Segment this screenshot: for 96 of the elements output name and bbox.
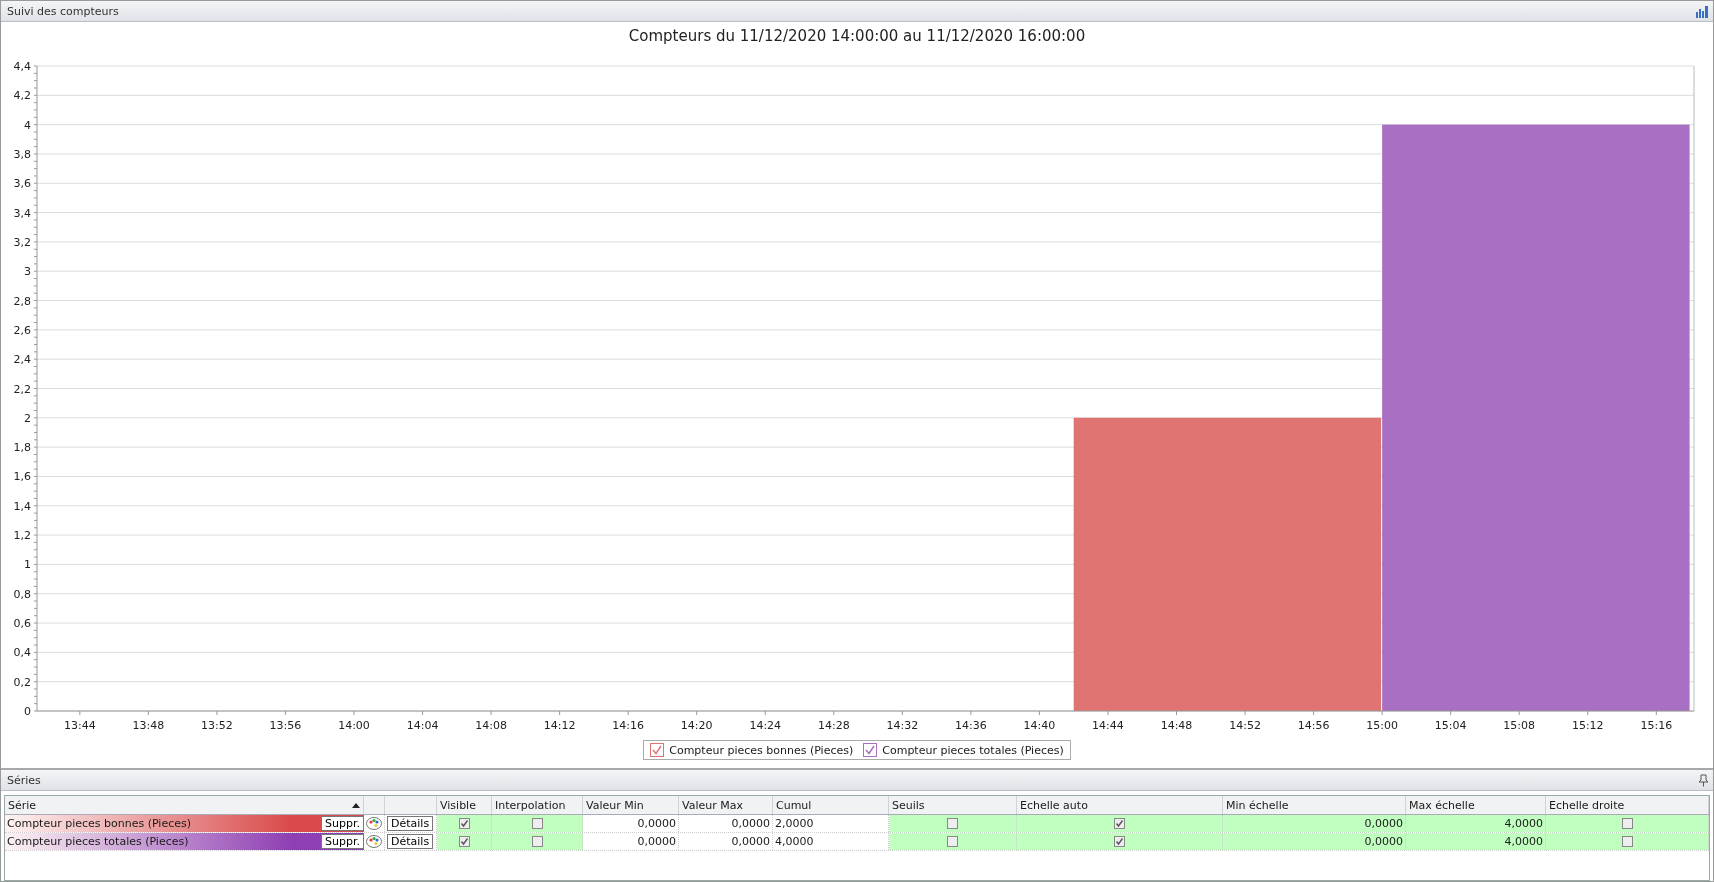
checkbox[interactable] xyxy=(1114,818,1125,829)
y-tick-label: 0,6 xyxy=(13,617,31,631)
checkbox[interactable] xyxy=(458,818,470,829)
y-tick-label: 4,2 xyxy=(13,89,31,103)
column-header[interactable]: Valeur Max xyxy=(682,798,743,812)
table-cell: 4,0000 xyxy=(775,835,814,848)
y-tick-label: 2 xyxy=(24,411,31,425)
y-tick-label: 1,2 xyxy=(13,529,31,543)
column-header[interactable]: Cumul xyxy=(776,798,812,812)
y-tick-label: 2,2 xyxy=(13,382,31,396)
x-tick-label: 14:12 xyxy=(543,719,576,732)
x-tick-label: 14:40 xyxy=(1023,719,1056,732)
x-tick-label: 14:48 xyxy=(1160,719,1193,732)
x-tick-label: 14:32 xyxy=(886,719,919,732)
table-cell: 0,0000 xyxy=(1364,817,1403,830)
x-tick-label: 13:56 xyxy=(269,719,302,732)
x-tick-label: 14:44 xyxy=(1092,719,1124,732)
palette-icon[interactable] xyxy=(366,835,382,848)
x-tick-label: 15:16 xyxy=(1640,719,1673,732)
table-cell: 4,0000 xyxy=(1504,817,1543,830)
x-tick-label: 15:00 xyxy=(1366,719,1398,732)
y-tick-label: 3 xyxy=(24,265,31,279)
x-tick-label: 15:04 xyxy=(1434,719,1467,732)
y-tick-label: 2,6 xyxy=(13,323,31,337)
checkbox[interactable] xyxy=(1621,818,1633,829)
checkbox[interactable] xyxy=(1114,836,1125,847)
column-header[interactable]: Echelle auto xyxy=(1020,798,1088,812)
column-header[interactable]: Série xyxy=(8,798,37,812)
x-tick-label: 13:52 xyxy=(201,719,233,732)
y-tick-label: 0 xyxy=(24,705,31,718)
column-header[interactable]: Min échelle xyxy=(1226,798,1289,812)
x-tick-label: 14:24 xyxy=(749,719,782,732)
x-tick-label: 13:48 xyxy=(132,719,165,732)
x-tick-label: 14:52 xyxy=(1229,719,1261,732)
y-tick-label: 3,4 xyxy=(13,206,31,220)
y-tick-label: 2,8 xyxy=(13,294,31,308)
x-tick-label: 14:56 xyxy=(1297,719,1330,732)
y-tick-label: 4 xyxy=(24,118,31,132)
legend-checkbox[interactable] xyxy=(650,743,665,757)
table-cell: 0,0000 xyxy=(637,817,676,830)
x-tick-label: 15:08 xyxy=(1503,719,1536,732)
panel-title: Séries xyxy=(7,773,41,787)
x-tick-label: 14:36 xyxy=(955,719,987,732)
y-tick-label: 2,4 xyxy=(13,353,31,367)
column-header[interactable]: Echelle droite xyxy=(1549,798,1625,812)
y-tick-label: 1,4 xyxy=(13,499,31,513)
y-tick-label: 1 xyxy=(24,558,31,572)
x-tick-label: 14:16 xyxy=(612,719,645,732)
x-tick-label: 14:08 xyxy=(475,719,507,732)
y-tick-label: 4,4 xyxy=(13,60,31,73)
y-tick-label: 3,6 xyxy=(13,177,31,191)
checkbox[interactable] xyxy=(531,818,543,829)
y-tick-label: 3,2 xyxy=(13,235,31,249)
checkbox[interactable] xyxy=(947,818,958,829)
column-header[interactable]: Visible xyxy=(440,798,476,812)
series-name: Compteur pieces bonnes (Pieces) xyxy=(7,817,192,830)
table-cell: 4,0000 xyxy=(1504,835,1543,848)
x-tick-label: 15:12 xyxy=(1571,719,1604,732)
table-cell: 0,0000 xyxy=(731,817,770,830)
legend-label: Compteur pieces totales (Pieces) xyxy=(882,743,1064,757)
panel-title: Suivi des compteurs xyxy=(7,4,119,18)
table-cell: 0,0000 xyxy=(731,835,770,848)
x-tick-label: 14:04 xyxy=(406,719,439,732)
checkbox[interactable] xyxy=(1621,836,1633,847)
column-header[interactable]: Seuils xyxy=(892,798,925,812)
legend-checkbox[interactable] xyxy=(863,743,878,757)
column-header[interactable]: Interpolation xyxy=(495,798,566,812)
chart-title: Compteurs du 11/12/2020 14:00:00 au 11/12/2020 16:00:00 xyxy=(627,26,1087,47)
palette-icon[interactable] xyxy=(366,817,382,830)
delete-button[interactable]: Suppr. xyxy=(321,816,364,831)
x-tick-label: 13:44 xyxy=(64,719,96,732)
x-tick-label: 14:28 xyxy=(817,719,850,732)
x-tick-label: 14:20 xyxy=(680,719,713,732)
legend-label: Compteur pieces bonnes (Pieces) xyxy=(669,743,854,757)
table-cell: 0,0000 xyxy=(637,835,676,848)
column-header[interactable]: Valeur Min xyxy=(586,798,644,812)
x-tick-label: 14:00 xyxy=(338,719,370,732)
column-header[interactable]: Max échelle xyxy=(1409,798,1475,812)
y-tick-label: 0,8 xyxy=(13,587,31,601)
y-tick-label: 1,8 xyxy=(13,441,31,455)
pin-icon[interactable] xyxy=(1698,773,1709,787)
checkbox[interactable] xyxy=(458,836,470,847)
table-cell: 2,0000 xyxy=(775,817,814,830)
table-cell: 0,0000 xyxy=(1364,835,1403,848)
details-button[interactable]: Détails xyxy=(387,816,434,831)
y-tick-label: 3,8 xyxy=(13,147,31,161)
delete-button[interactable]: Suppr. xyxy=(321,834,364,849)
y-tick-label: 0,2 xyxy=(13,675,31,689)
checkbox[interactable] xyxy=(947,836,958,847)
series-name: Compteur pieces totales (Pieces) xyxy=(7,835,189,848)
sort-ascending-icon[interactable] xyxy=(352,802,360,808)
checkbox[interactable] xyxy=(531,836,543,847)
y-tick-label: 1,6 xyxy=(13,470,31,484)
details-button[interactable]: Détails xyxy=(387,834,434,849)
bar-chart-icon[interactable] xyxy=(1695,4,1709,18)
y-tick-label: 0,4 xyxy=(13,646,31,660)
